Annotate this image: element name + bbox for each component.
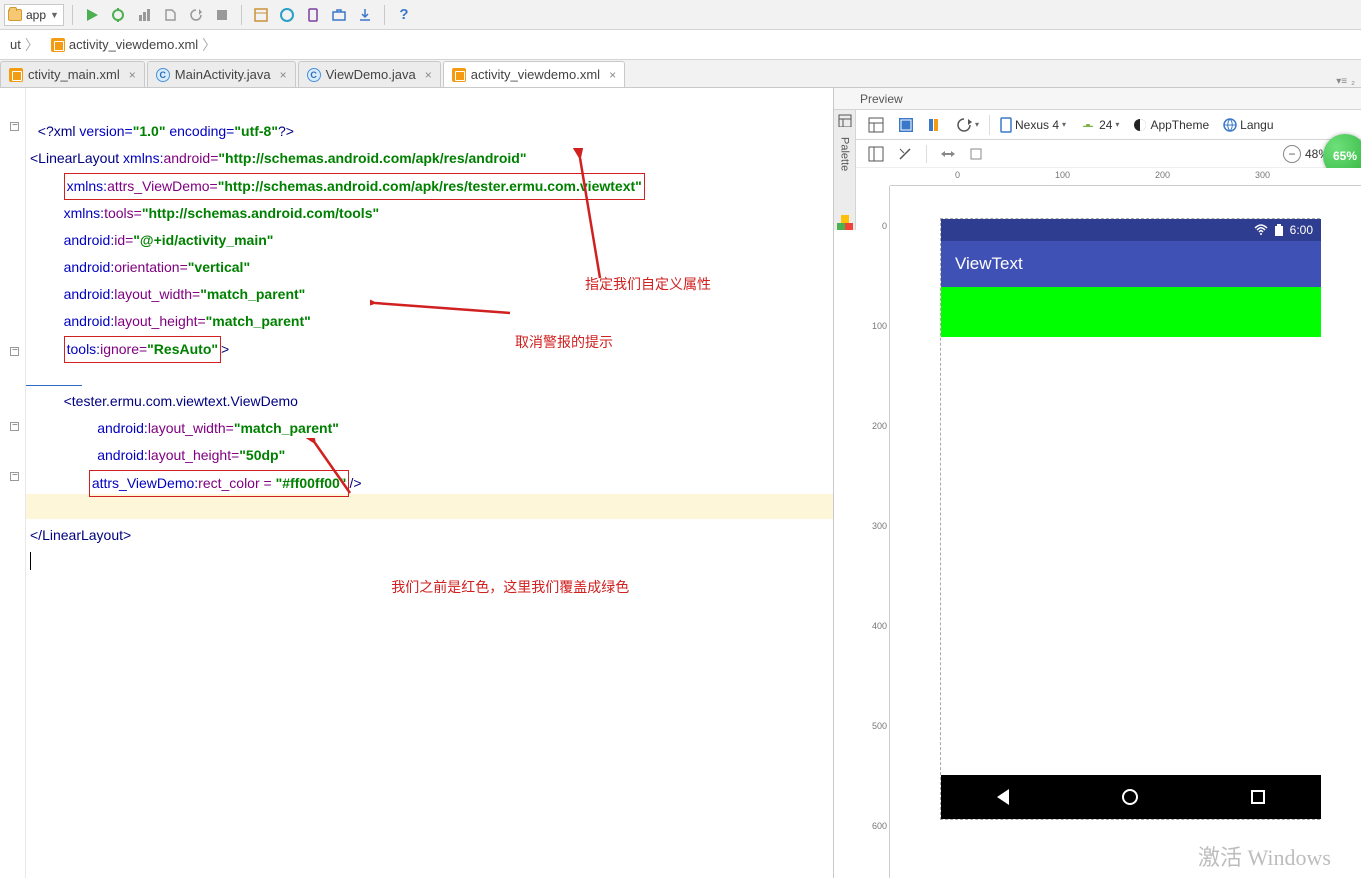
- ruler-vertical: 0 100 200 300 400 500 600: [870, 186, 890, 878]
- folder-icon: [8, 9, 22, 21]
- fold-icon[interactable]: [10, 422, 19, 431]
- debug-button[interactable]: [107, 4, 129, 26]
- surface-button[interactable]: [864, 115, 888, 135]
- back-icon: [997, 789, 1009, 805]
- sync-button[interactable]: [276, 4, 298, 26]
- phone-content: [941, 337, 1321, 775]
- ruler-horizontal: 0 100 200 300: [890, 168, 1361, 186]
- preview-toolbar-2: − 48% +: [834, 140, 1361, 168]
- breadcrumb-item[interactable]: ut〉: [4, 35, 45, 55]
- java-class-icon: C: [307, 68, 321, 82]
- close-icon[interactable]: ×: [609, 68, 616, 82]
- layout-button[interactable]: [250, 4, 272, 26]
- run-button[interactable]: [81, 4, 103, 26]
- palette-icon: [837, 215, 853, 230]
- locale-selector[interactable]: Langu: [1219, 116, 1277, 134]
- breadcrumb-bar: ut〉 activity_viewdemo.xml〉: [0, 30, 1361, 60]
- editor-tabs: ctivity_main.xml× CMainActivity.java× CV…: [0, 60, 1361, 88]
- layout-icon[interactable]: [838, 114, 852, 127]
- tab-activity-main[interactable]: ctivity_main.xml×: [0, 61, 145, 87]
- stop-button[interactable]: [211, 4, 233, 26]
- java-class-icon: C: [156, 68, 170, 82]
- expand-button[interactable]: [965, 145, 987, 163]
- chevron-down-icon: ▼: [50, 10, 59, 20]
- chevron-right-icon: 〉: [202, 35, 216, 55]
- blueprint-button[interactable]: [894, 115, 918, 135]
- fold-icon[interactable]: [10, 347, 19, 356]
- xml-file-icon: [452, 68, 466, 82]
- device-frame: 6:00 ViewText: [940, 218, 1320, 820]
- status-bar: 6:00: [941, 219, 1321, 241]
- close-icon[interactable]: ×: [280, 68, 287, 82]
- design-canvas[interactable]: 0 100 200 300 0 100 200 300 400 500 600: [856, 168, 1361, 878]
- editor-gutter: [0, 88, 26, 878]
- pan-button[interactable]: [937, 145, 959, 163]
- annotation-text: 指定我们自定义属性: [585, 274, 711, 294]
- module-label: app: [26, 8, 46, 22]
- nav-bar: [941, 775, 1321, 819]
- battery-icon: [1274, 224, 1284, 236]
- preview-toolbar: ▾ Nexus 4▾ 24▾ AppTheme Langu: [834, 110, 1361, 140]
- zoom-out-button[interactable]: −: [1283, 145, 1301, 163]
- app-bar: ViewText: [941, 241, 1321, 287]
- code-editor[interactable]: <?xml version="1.0" encoding="utf-8"?> <…: [0, 88, 833, 878]
- palette-strip[interactable]: Palette: [834, 110, 856, 230]
- tab-view-demo[interactable]: CViewDemo.java×: [298, 61, 441, 87]
- help-button[interactable]: ?: [393, 4, 415, 26]
- orientation-button[interactable]: ▾: [952, 115, 983, 135]
- code-content: <?xml version="1.0" encoding="utf-8"?> <…: [26, 88, 833, 633]
- profile-button[interactable]: [133, 4, 155, 26]
- sdk-button[interactable]: [328, 4, 350, 26]
- device-selector[interactable]: Nexus 4▾: [996, 115, 1070, 135]
- avd-button[interactable]: [302, 4, 324, 26]
- fold-icon[interactable]: [10, 122, 19, 131]
- watermark-text: 激活 Windows: [1198, 840, 1331, 872]
- clock-text: 6:00: [1290, 223, 1313, 237]
- restart-button[interactable]: [185, 4, 207, 26]
- preview-panel: Preview Palette ▾ Nexus 4▾ 24▾ AppTheme …: [833, 88, 1361, 878]
- chevron-right-icon: 〉: [25, 35, 39, 55]
- annotation-text: 取消警报的提示: [515, 332, 613, 352]
- tab-overflow[interactable]: ▾≡₂: [1336, 76, 1361, 87]
- home-icon: [1122, 789, 1138, 805]
- view-options[interactable]: [924, 116, 946, 134]
- attach-button[interactable]: [159, 4, 181, 26]
- xml-file-icon: [9, 68, 23, 82]
- annotation-text: 我们之前是红色，这里我们覆盖成绿色: [391, 579, 629, 595]
- api-selector[interactable]: 24▾: [1076, 116, 1123, 134]
- theme-selector[interactable]: AppTheme: [1129, 116, 1213, 134]
- main-toolbar: app ▼ ?: [0, 0, 1361, 30]
- design-surface-2[interactable]: [894, 145, 916, 163]
- close-icon[interactable]: ×: [425, 68, 432, 82]
- custom-view-demo: [941, 287, 1321, 337]
- close-icon[interactable]: ×: [129, 68, 136, 82]
- module-selector[interactable]: app ▼: [4, 4, 64, 26]
- download-button[interactable]: [354, 4, 376, 26]
- breadcrumb-item[interactable]: activity_viewdemo.xml〉: [45, 35, 222, 55]
- xml-file-icon: [51, 38, 65, 52]
- recents-icon: [1251, 790, 1265, 804]
- design-surface-1[interactable]: [864, 144, 888, 164]
- tab-main-activity[interactable]: CMainActivity.java×: [147, 61, 296, 87]
- tab-activity-viewdemo[interactable]: activity_viewdemo.xml×: [443, 61, 625, 87]
- fold-icon[interactable]: [10, 472, 19, 481]
- palette-label: Palette: [839, 137, 851, 171]
- wifi-icon: [1254, 224, 1268, 236]
- preview-title: Preview: [834, 88, 1361, 110]
